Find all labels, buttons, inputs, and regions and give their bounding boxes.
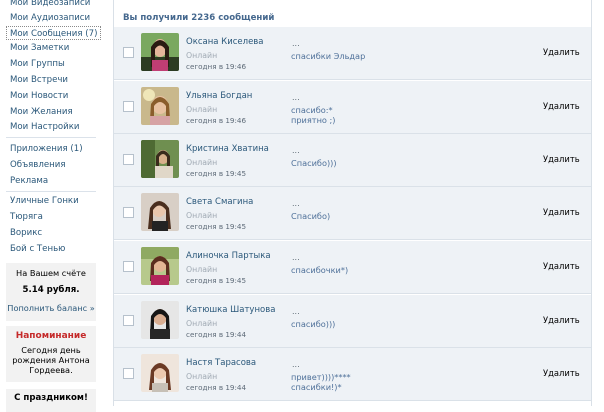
sender-name[interactable]: Кристина Хватина	[186, 144, 269, 154]
message-date: сегодня в 19:46	[186, 116, 247, 125]
sidebar-item-messages[interactable]: Мои Сообщения (7)	[6, 26, 102, 40]
message-checkbox[interactable]	[123, 261, 134, 272]
sender-name[interactable]: Ульяна Богдан	[186, 91, 252, 101]
message-ellipsis: ...	[292, 199, 300, 208]
sidebar: Мои Видеозаписи Мои Аудиозаписи Мои Сооб…	[0, 0, 102, 412]
message-checkbox[interactable]	[123, 154, 134, 165]
avatar[interactable]	[141, 87, 179, 125]
message-text[interactable]: спасибо:*	[291, 105, 333, 115]
message-date: сегодня в 19:44	[186, 383, 247, 392]
message-row[interactable]: Света Смагина Онлайн сегодня в 19:45 ...…	[114, 187, 591, 240]
avatar[interactable]	[141, 193, 179, 231]
delete-button[interactable]: Удалить	[543, 47, 580, 57]
reminder-heading: Напоминание	[15, 331, 87, 341]
reminder-line: Сегодня день	[21, 345, 81, 355]
message-text[interactable]: спасибо)))	[291, 319, 335, 329]
online-status: Онлайн	[186, 158, 218, 167]
message-text[interactable]: привет))))****	[291, 372, 351, 382]
congrats-heading: С праздником!	[14, 393, 88, 403]
message-row[interactable]: Алиночка Партыка Онлайн сегодня в 19:45 …	[114, 241, 591, 294]
sidebar-item-shadow-fight[interactable]: Бой с Тенью	[10, 242, 65, 256]
sender-name[interactable]: Оксана Киселева	[186, 37, 264, 47]
delete-button[interactable]: Удалить	[543, 261, 580, 271]
delete-button[interactable]: Удалить	[543, 207, 580, 217]
message-checkbox[interactable]	[123, 207, 134, 218]
message-checkbox[interactable]	[123, 101, 134, 112]
online-status: Онлайн	[186, 319, 218, 328]
online-status: Онлайн	[186, 211, 218, 220]
message-checkbox[interactable]	[123, 47, 134, 58]
delete-button[interactable]: Удалить	[543, 101, 580, 111]
sender-name[interactable]: Света Смагина	[186, 197, 253, 207]
message-ellipsis: ...	[292, 253, 300, 262]
message-ellipsis: ...	[292, 39, 300, 48]
delete-button[interactable]: Удалить	[543, 315, 580, 325]
sidebar-item-voriks[interactable]: Ворикс	[10, 226, 42, 240]
online-status: Онлайн	[186, 372, 218, 381]
balance-box: На Вашем счёте 5.14 рубля. Пополнить бал…	[6, 263, 96, 321]
message-text[interactable]: спасибочки*)	[291, 265, 348, 275]
reminder-line: Гордеева.	[29, 365, 73, 375]
message-checkbox[interactable]	[123, 315, 134, 326]
message-ellipsis: ...	[292, 146, 300, 155]
sidebar-item-advertising[interactable]: Реклама	[10, 174, 48, 188]
sidebar-divider	[6, 137, 96, 138]
online-status: Онлайн	[186, 51, 218, 60]
message-row[interactable]: Ульяна Богдан Онлайн сегодня в 19:46 ...…	[114, 81, 591, 134]
message-date: сегодня в 19:44	[186, 330, 247, 339]
message-text[interactable]: Спасибо)))	[291, 158, 337, 168]
message-ellipsis: ...	[292, 93, 300, 102]
message-row[interactable]: Катюшка Шатунова Онлайн сегодня в 19:44 …	[114, 295, 591, 348]
sidebar-item-wishes[interactable]: Мои Желания	[10, 105, 73, 119]
sender-name[interactable]: Алиночка Партыка	[186, 251, 271, 261]
delete-button[interactable]: Удалить	[543, 154, 580, 164]
online-status: Онлайн	[186, 105, 218, 114]
message-checkbox[interactable]	[123, 368, 134, 379]
sidebar-item-notes[interactable]: Мои Заметки	[10, 41, 69, 55]
avatar[interactable]	[141, 247, 179, 285]
online-status: Онлайн	[186, 265, 218, 274]
sidebar-item-audio[interactable]: Мои Аудиозаписи	[10, 11, 90, 25]
message-row[interactable]: Кристина Хватина Онлайн сегодня в 19:45 …	[114, 134, 591, 187]
messages-count-title: Вы получили 2236 сообщений	[123, 13, 275, 23]
sidebar-item-prison[interactable]: Тюряга	[10, 210, 43, 224]
sidebar-divider	[6, 191, 96, 192]
message-row[interactable]: Оксана Киселева Онлайн сегодня в 19:46 .…	[114, 27, 591, 80]
sidebar-item-groups[interactable]: Мои Группы	[10, 57, 65, 71]
sidebar-item-street-racing[interactable]: Уличные Гонки	[10, 194, 79, 208]
avatar[interactable]	[141, 301, 179, 339]
messages-panel: Вы получили 2236 сообщений Оксана Киселе…	[113, 0, 592, 406]
sidebar-item-ads[interactable]: Объявления	[10, 158, 66, 172]
message-text[interactable]: спасибки!)*	[291, 382, 342, 392]
congrats-box: С праздником!	[6, 389, 96, 412]
message-date: сегодня в 19:45	[186, 222, 247, 231]
sidebar-item-news[interactable]: Мои Новости	[10, 89, 68, 103]
message-date: сегодня в 19:45	[186, 276, 247, 285]
sender-name[interactable]: Катюшка Шатунова	[186, 305, 275, 315]
topup-balance-link[interactable]: Пополнить баланс »	[6, 303, 96, 313]
avatar[interactable]	[141, 354, 179, 392]
message-row[interactable]: Настя Тарасова Онлайн сегодня в 19:44 ..…	[114, 348, 591, 401]
message-text[interactable]: Спасибо)	[291, 211, 330, 221]
avatar[interactable]	[141, 33, 179, 71]
message-ellipsis: ...	[292, 360, 300, 369]
message-date: сегодня в 19:45	[186, 169, 247, 178]
message-date: сегодня в 19:46	[186, 62, 247, 71]
reminder-box: Напоминание Сегодня день рождения Антона…	[6, 326, 96, 382]
sender-name[interactable]: Настя Тарасова	[186, 358, 256, 368]
balance-heading: На Вашем счёте	[16, 268, 86, 278]
message-ellipsis: ...	[292, 307, 300, 316]
sidebar-item-events[interactable]: Мои Встречи	[10, 73, 68, 87]
sidebar-item-settings[interactable]: Мои Настройки	[10, 120, 80, 134]
balance-amount: 5.14 рубля.	[22, 285, 80, 295]
delete-button[interactable]: Удалить	[543, 368, 580, 378]
sidebar-item-videos[interactable]: Мои Видеозаписи	[10, 0, 90, 10]
message-text[interactable]: спасибки Эльдар	[291, 51, 365, 61]
avatar[interactable]	[141, 140, 179, 178]
reminder-line: рождения Антона	[12, 355, 90, 365]
sidebar-item-apps[interactable]: Приложения (1)	[10, 142, 83, 156]
message-text[interactable]: приятно ;)	[291, 115, 335, 125]
